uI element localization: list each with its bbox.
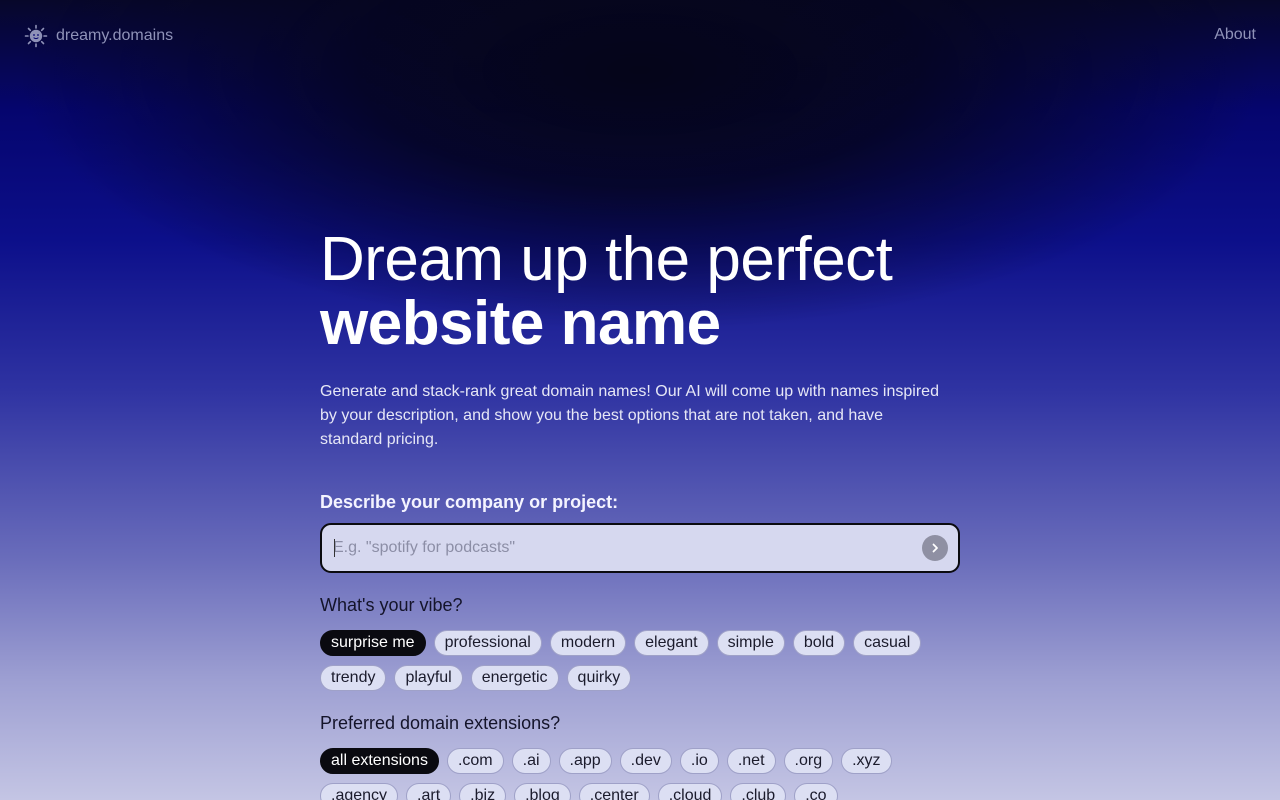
sun-face-icon: [24, 24, 48, 48]
vibe-chip[interactable]: surprise me: [320, 630, 426, 656]
extension-chip[interactable]: .io: [679, 748, 719, 774]
extension-chip[interactable]: .art: [406, 783, 452, 800]
extension-chip[interactable]: .cloud: [657, 783, 723, 800]
hero-intro: Generate and stack-rank great domain nam…: [320, 383, 939, 448]
vibe-chip[interactable]: simple: [716, 630, 785, 656]
vibe-chip[interactable]: trendy: [320, 665, 387, 691]
describe-label: Describe your company or project:: [320, 492, 619, 512]
extensions-title: Preferred domain extensions?: [320, 713, 561, 733]
extension-chip[interactable]: .com: [446, 748, 504, 774]
vibe-chip[interactable]: quirky: [566, 665, 632, 691]
extension-chip[interactable]: .ai: [511, 748, 551, 774]
extension-chip[interactable]: .club: [730, 783, 787, 800]
about-link[interactable]: About: [1214, 26, 1256, 44]
vibe-chip[interactable]: energetic: [470, 665, 559, 691]
extension-chip[interactable]: .org: [783, 748, 834, 774]
vibe-options: surprise me professional modern elegant simp…: [320, 630, 960, 691]
describe-input[interactable]: [322, 525, 912, 571]
submit-button[interactable]: [922, 535, 948, 561]
top-bar: dreamy.domains About: [0, 0, 1280, 72]
text-caret: [334, 539, 335, 557]
hero-title: Dream up the perfect website name: [320, 228, 960, 356]
vibe-title: What's your vibe?: [320, 595, 463, 615]
extension-chip[interactable]: .blog: [514, 783, 571, 800]
vibe-chip[interactable]: casual: [853, 630, 922, 656]
vibe-chip[interactable]: elegant: [634, 630, 709, 656]
vibe-chip[interactable]: bold: [792, 630, 846, 656]
brand-name: dreamy.domains: [56, 27, 174, 44]
extension-chip[interactable]: all extensions: [320, 748, 439, 774]
extension-chip[interactable]: .app: [558, 748, 612, 774]
hero-title-line1: Dream up the perfect: [320, 225, 893, 294]
brand-link[interactable]: dreamy.domains: [24, 24, 173, 48]
extension-chip[interactable]: .co: [794, 783, 838, 800]
hero-title-line2: website name: [320, 289, 721, 358]
main-content: Dream up the perfect website name Genera…: [320, 228, 960, 800]
vibe-chip[interactable]: professional: [433, 630, 542, 656]
extension-chip[interactable]: .xyz: [841, 748, 892, 774]
extension-chip[interactable]: .biz: [459, 783, 507, 800]
vibe-chip[interactable]: modern: [549, 630, 627, 656]
extension-options: all extensions .com .ai .app .dev .io .net .org…: [320, 748, 960, 800]
extension-chip[interactable]: .net: [726, 748, 776, 774]
describe-input-container: [320, 523, 960, 573]
extension-chip[interactable]: .agency: [320, 783, 399, 800]
chevron-right-icon: [929, 542, 941, 554]
vibe-chip[interactable]: playful: [394, 665, 463, 691]
extension-chip[interactable]: .dev: [619, 748, 672, 774]
extension-chip[interactable]: .center: [578, 783, 650, 800]
